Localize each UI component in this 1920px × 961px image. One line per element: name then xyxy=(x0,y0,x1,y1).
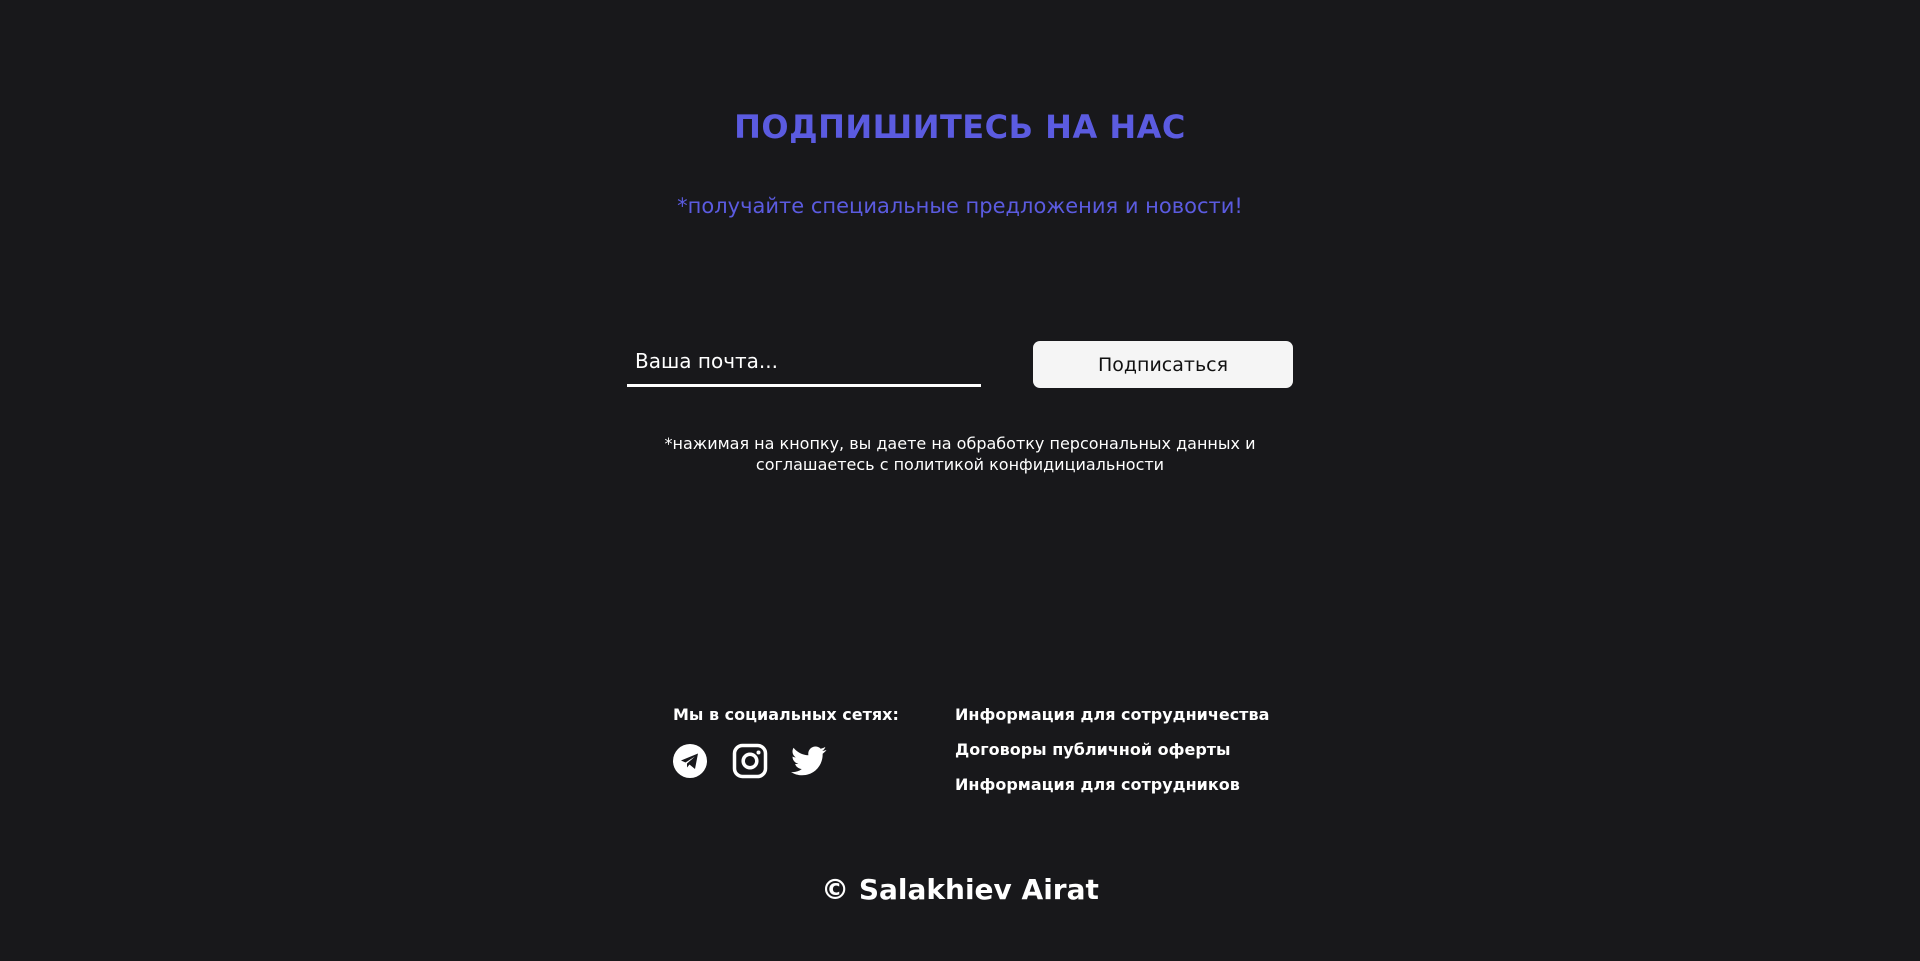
email-input[interactable] xyxy=(627,344,981,387)
page: ПОДПИШИТЕСЬ НА НАС *получайте специальны… xyxy=(0,0,1920,961)
social-title: Мы в социальных сетях: xyxy=(673,705,899,724)
consent-line-2: соглашаетесь с политикой конфидициальнос… xyxy=(755,455,1165,474)
subscribe-title: ПОДПИШИТЕСЬ НА НАС xyxy=(734,108,1186,146)
consent-line-1: *нажимая на кнопку, вы даете на обработк… xyxy=(664,434,1256,453)
subscribe-subtitle: *получайте специальные предложения и нов… xyxy=(677,194,1243,218)
footer-link-cooperation[interactable]: Информация для сотрудничества xyxy=(955,705,1269,724)
telegram-icon[interactable] xyxy=(672,743,708,779)
footer-link-employees[interactable]: Информация для сотрудников xyxy=(955,775,1240,794)
instagram-icon[interactable] xyxy=(732,743,768,779)
subscribe-button[interactable]: Подписаться xyxy=(1033,341,1293,388)
twitter-icon[interactable] xyxy=(791,743,827,779)
consent-note: *нажимая на кнопку, вы даете на обработк… xyxy=(660,433,1260,475)
copyright: © Salakhiev Airat xyxy=(821,873,1099,906)
footer-link-public-offer[interactable]: Договоры публичной оферты xyxy=(955,740,1231,759)
